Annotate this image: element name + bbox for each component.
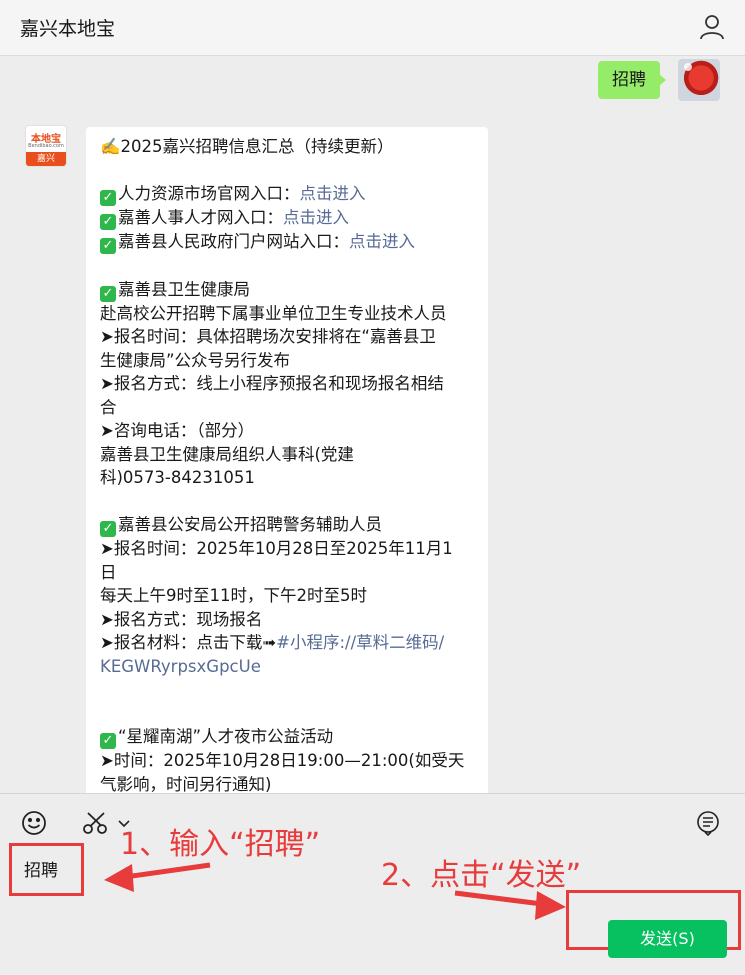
person-icon[interactable] [699,14,725,40]
check-icon: ✓ [100,214,116,230]
my-avatar[interactable] [678,59,720,101]
message-line: 每天上午9时至11时，下午2时至5时 [100,586,367,605]
arrow-to-input [117,862,211,881]
check-icon: ✓ [100,521,116,537]
message-intro: ✍️2025嘉兴招聘信息汇总（持续更新） [100,137,394,156]
arrow-to-send [454,890,551,908]
message-line: ➤报名方式：线上小程序预报名和现场报名相结 [100,374,444,393]
entry-row: ✓ 嘉善人事人才网入口：点击进入 [100,206,474,230]
message-line: ➤咨询电话：（部分） [100,421,255,440]
message-line: 嘉善县卫生健康局组织人事科(党建 [100,444,354,464]
send-button[interactable]: 发送(S) [608,920,727,958]
section-heading-text: “星耀南湖”人才夜市公益活动 [118,727,334,746]
message-line: 气影响，时间另行通知) [100,774,272,794]
entry-link[interactable]: 点击进入 [349,232,415,251]
material-link[interactable]: KEGWRyrpsxGpcUe [100,655,474,679]
material-prefix: ➤报名材料：点击下载➟ [100,633,277,652]
chat-area: 招聘 本地宝 Bendibao.com 嘉兴 ✍️2025嘉兴招聘信息汇总（持续… [0,57,745,793]
entry-row: ✓ 人力资源市场官网入口：点击进入 [100,182,474,206]
entry-label: 嘉善县人民政府门户网站入口： [118,232,349,251]
message-line: 赴高校公开招聘下属事业单位卫生专业技术人员 [100,303,447,323]
check-icon: ✓ [100,733,116,749]
entry-row: ✓ 嘉善县人民政府门户网站入口：点击进入 [100,230,474,254]
message-line: ➤报名方式：现场报名 [100,609,263,629]
entry-link[interactable]: 点击进入 [300,184,366,203]
chat-title: 嘉兴本地宝 [20,18,116,40]
section-heading: ✓ 嘉善县公安局公开招聘警务辅助人员 [100,513,474,537]
scissors-icon[interactable] [82,811,110,835]
bot-message-bubble: ✍️2025嘉兴招聘信息汇总（持续更新） ✓ 人力资源市场官网入口：点击进入 ✓ 嘉… [86,127,488,793]
logo-mid-text: Bendibao.com [28,143,64,149]
chat-history-icon[interactable] [696,810,720,836]
check-icon: ✓ [100,190,116,206]
message-line: ➤报名时间：2025年10月28日至2025年11月1 [100,539,453,558]
message-line: ➤时间：2025年10月28日19:00—21:00(如受天 [100,751,465,770]
annotation-step2: 2、点击“发送” [381,858,582,893]
entry-label: 人力资源市场官网入口： [118,184,300,203]
section-heading-text: 嘉善县公安局公开招聘警务辅助人员 [118,515,382,534]
message-line: 科)0573-84231051 [100,468,255,487]
entry-link[interactable]: 点击进入 [283,208,349,227]
section-heading-text: 嘉善县卫生健康局 [118,279,250,299]
section-heading: ✓ 嘉善县卫生健康局 [100,278,474,302]
check-icon: ✓ [100,285,116,302]
entry-label: 嘉善人事人才网入口： [118,208,283,227]
annotation-step1: 1、输入“招聘” [120,827,321,862]
input-divider [0,793,745,794]
material-link[interactable]: #小程序://草料二维码/ [276,633,444,652]
chat-header: 嘉兴本地宝 [0,0,745,56]
my-message-bubble: 招聘 [598,61,666,99]
logo-city-text: 嘉兴 [26,152,66,166]
check-icon: ✓ [100,238,116,254]
message-line: 合 [100,397,117,417]
material-line: ➤报名材料：点击下载➟#小程序://草料二维码/ [100,631,474,655]
message-line: ➤报名时间：具体招聘场次安排将在“嘉善县卫 [100,327,436,346]
message-line: 生健康局”公众号另行发布 [100,350,291,370]
emoji-icon[interactable] [21,810,47,836]
bot-avatar[interactable]: 本地宝 Bendibao.com 嘉兴 [25,125,67,167]
annotation-box-input [9,843,84,896]
section-heading: ✓ “星耀南湖”人才夜市公益活动 [100,725,474,749]
message-line: 日 [100,562,117,582]
